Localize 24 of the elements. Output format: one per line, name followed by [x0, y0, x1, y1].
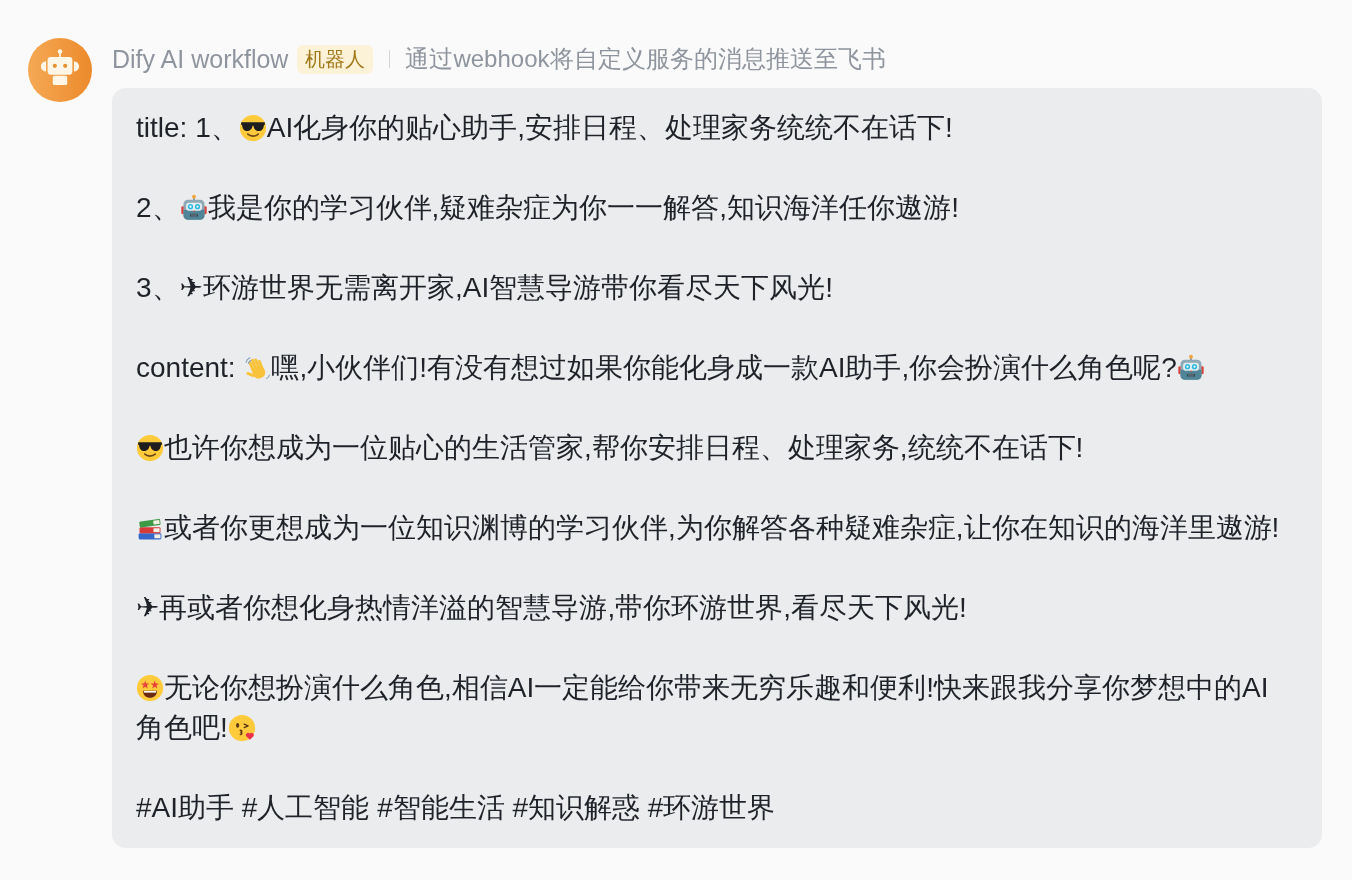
message-text: 2、 [136, 192, 180, 223]
message-text: 角色吧! [136, 712, 228, 743]
waving-hand-icon [243, 354, 272, 382]
message-text: 我是你的学习伙伴,疑难杂症为你一一解答,知识海洋任你遨游! [207, 192, 959, 223]
bot-avatar-icon[interactable] [28, 38, 92, 102]
kissing-face-icon [227, 714, 256, 742]
message-text: ✈再或者你想化身热情洋溢的智慧导游,带你环游世界,看尽天下风光! [136, 592, 967, 623]
message-text: title: 1、 [136, 112, 239, 143]
message-text: AI化身你的贴心助手,安排日程、处理家务统统不在话下! [266, 112, 953, 143]
message-text: 无论你想扮演什么角色,相信AI一定能给你带来无穷乐趣和便利!快来跟我分享你梦想中的AI [164, 672, 1269, 703]
bot-tag: 机器人 [297, 44, 374, 74]
robot-face-icon [179, 194, 208, 222]
message-text: #AI助手 #人工智能 #智能生活 #知识解惑 #环游世界 [136, 792, 776, 823]
sunglasses-face-icon [136, 434, 164, 462]
sender-name: Dify AI workflow [112, 44, 289, 74]
robot-face-icon [1176, 354, 1205, 382]
sunglasses-face-icon [238, 114, 267, 142]
message-text: 嘿,小伙伴们!有没有想过如果你能化身成一款AI助手,你会扮演什么角色呢? [271, 352, 1177, 383]
sender-description: 通过webhook将自定义服务的消息推送至飞书 [405, 44, 886, 74]
star-eyes-face-icon [136, 674, 164, 702]
message-text: 3、✈环游世界无需离开家,AI智慧导游带你看尽天下风光! [136, 272, 834, 303]
message-text: content: [136, 352, 237, 383]
message-text: 也许你想成为一位贴心的生活管家,帮你安排日程、处理家务,统统不在话下! [164, 432, 1084, 463]
message-text: 或者你更想成为一位知识渊博的学习伙伴,为你解答各种疑难杂症,让你在知识的海洋里遨游! [164, 512, 1280, 543]
